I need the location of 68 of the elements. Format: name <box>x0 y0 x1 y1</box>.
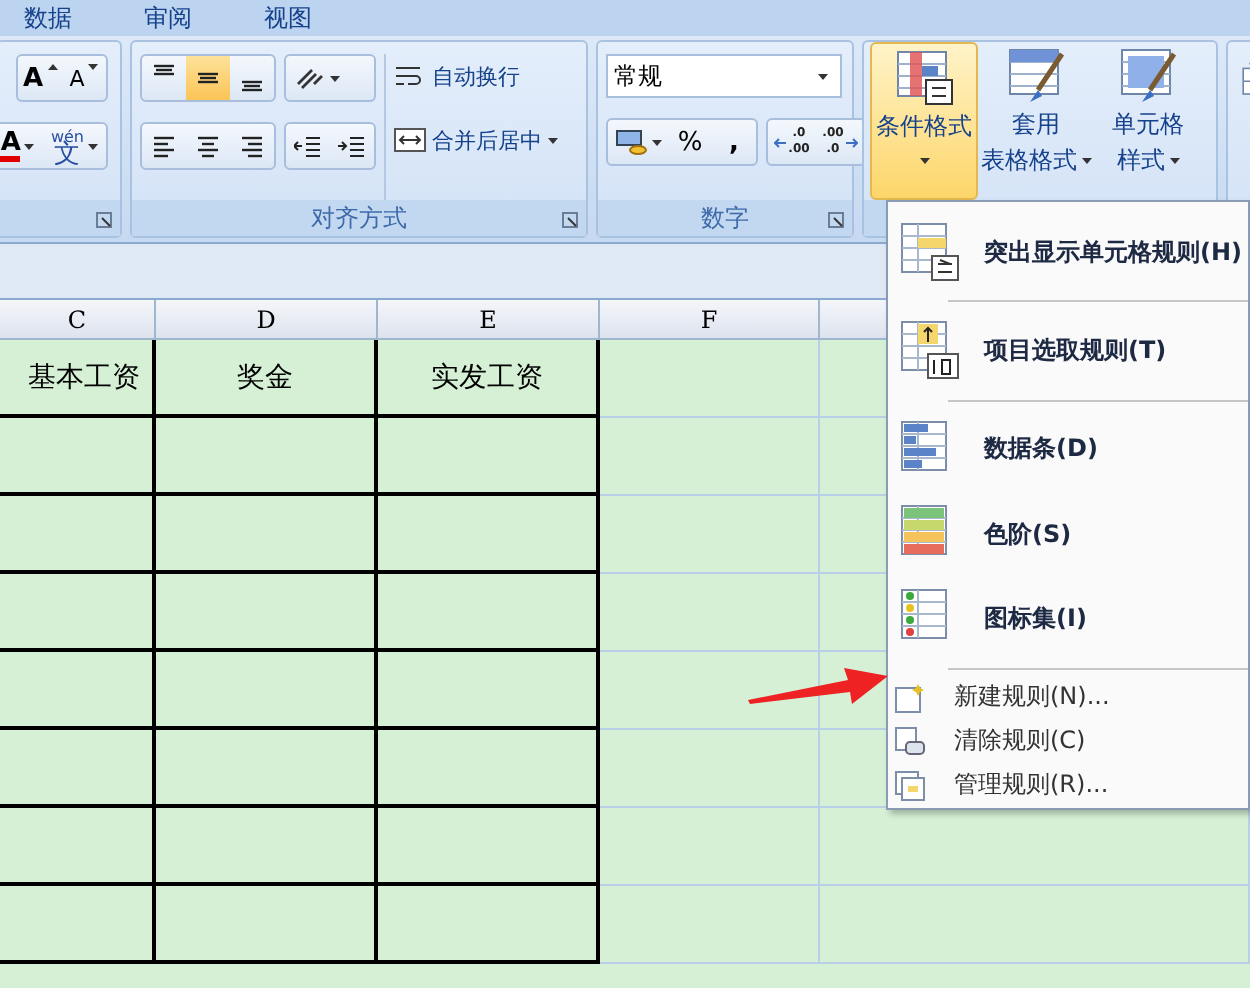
wrap-text-icon <box>394 62 426 90</box>
menu-item[interactable]: 新建规则(N)... <box>888 674 1248 720</box>
column-header[interactable]: D <box>156 300 378 340</box>
column-header[interactable]: C <box>0 300 156 340</box>
caret-icon <box>548 137 558 143</box>
manage-rules-icon <box>894 769 926 802</box>
ribbon-tab[interactable]: 审阅 <box>136 1 200 35</box>
merge-cells-icon <box>394 126 426 154</box>
column-header[interactable]: E <box>378 300 600 340</box>
right-align-icon <box>242 135 262 157</box>
caret-icon <box>24 143 35 149</box>
money-icon <box>615 128 647 156</box>
caret-icon <box>330 75 340 81</box>
caret-icon <box>88 64 99 70</box>
table-brush-icon <box>1118 46 1178 106</box>
table-cell: 基本工资 <box>0 340 156 418</box>
table-brush-icon <box>1006 46 1066 106</box>
font-color-button[interactable]: A <box>0 124 43 168</box>
caret-icon <box>651 139 661 145</box>
bottom-align-icon <box>242 80 262 92</box>
menu-item[interactable]: 项目选取规则(T) <box>888 308 1248 394</box>
menu-item[interactable]: 数据条(D) <box>888 407 1248 492</box>
caret-icon <box>919 158 929 164</box>
caret-up-icon <box>47 64 58 70</box>
dialog-launcher-icon[interactable] <box>562 212 578 228</box>
slanted-text-icon <box>294 64 326 92</box>
right-arrow-icon <box>845 137 858 147</box>
dialog-launcher-icon[interactable] <box>96 212 112 228</box>
column-header[interactable]: F <box>600 300 820 340</box>
table-rules-icon <box>894 48 954 108</box>
menu-item[interactable]: 清除规则(C) <box>888 719 1248 764</box>
group-label: 对齐方式 <box>132 200 586 236</box>
caret-icon <box>88 143 98 149</box>
comma-style-button[interactable]: , <box>712 120 756 164</box>
caret-icon <box>818 73 828 79</box>
shrink-font-button[interactable]: A <box>62 56 106 100</box>
ribbon-tab[interactable]: 数据 <box>16 1 80 35</box>
menu-item[interactable]: 突出显示单元格规则(H) <box>888 210 1248 295</box>
caret-icon <box>1169 158 1179 164</box>
table-cell: 奖金 <box>156 340 378 418</box>
number-format-dropdown[interactable]: 常规 <box>606 54 842 98</box>
wrap-text-button[interactable]: 自动换行 <box>392 54 560 98</box>
grow-font-button[interactable]: A <box>18 56 62 100</box>
ribbon-tab[interactable]: 视图 <box>256 1 320 35</box>
vertical-align-button[interactable] <box>186 56 230 100</box>
menu-item[interactable]: 色阶(S) <box>888 491 1248 577</box>
merge-center-button[interactable]: 合并后居中 <box>392 118 560 162</box>
table-cell: 实发工资 <box>378 340 600 418</box>
menu-item[interactable]: 管理规则(R)... <box>888 763 1248 809</box>
menu-item[interactable]: 图标集(I) <box>888 576 1248 661</box>
table-format-button[interactable]: 套用 表格格式 <box>982 42 1090 200</box>
percent-button[interactable]: % <box>668 120 712 164</box>
highlight-icon <box>900 222 960 283</box>
top-align-icon <box>154 64 174 76</box>
conditional-format-button[interactable]: 条件格式 <box>870 42 978 200</box>
clear-rules-icon <box>894 725 926 758</box>
phonetic-guide-button[interactable]: wén 文 <box>42 124 106 168</box>
group-label: 数字 <box>598 200 852 236</box>
dialog-launcher-icon[interactable] <box>828 212 844 228</box>
center-align-icon <box>198 135 218 157</box>
increase-indent-icon <box>338 132 366 160</box>
decrease-indent-icon <box>294 132 322 160</box>
left-align-icon <box>154 135 174 157</box>
cell-format-button[interactable]: 单元格 样式 <box>1094 42 1202 200</box>
middle-align-icon <box>198 72 218 84</box>
top-bottom-icon <box>900 320 960 381</box>
left-arrow-icon <box>774 137 787 147</box>
caret-icon <box>1081 158 1091 164</box>
